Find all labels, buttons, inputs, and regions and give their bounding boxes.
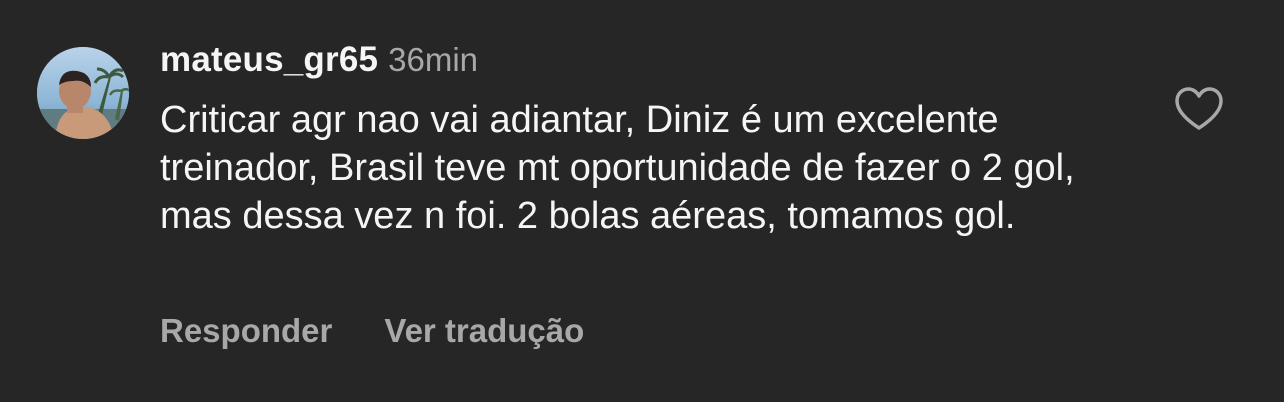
heart-outline-icon xyxy=(1175,87,1223,130)
reply-button[interactable]: Responder xyxy=(160,312,332,350)
comment-header: mateus_gr65 36min xyxy=(160,40,1150,92)
avatar-photo xyxy=(37,47,129,139)
comment-text: Criticar agr nao vai adiantar, Diniz é u… xyxy=(160,99,1075,237)
comment-body: mateus_gr65 36min Criticar agr nao vai a… xyxy=(160,40,1150,240)
comment-actions: Responder Ver tradução xyxy=(160,312,584,350)
username[interactable]: mateus_gr65 xyxy=(160,40,378,80)
timestamp: 36min xyxy=(388,41,479,78)
translate-button[interactable]: Ver tradução xyxy=(384,312,584,350)
avatar[interactable] xyxy=(37,47,129,139)
like-button[interactable] xyxy=(1174,86,1224,132)
comment-item: mateus_gr65 36min Criticar agr nao vai a… xyxy=(0,0,1284,402)
